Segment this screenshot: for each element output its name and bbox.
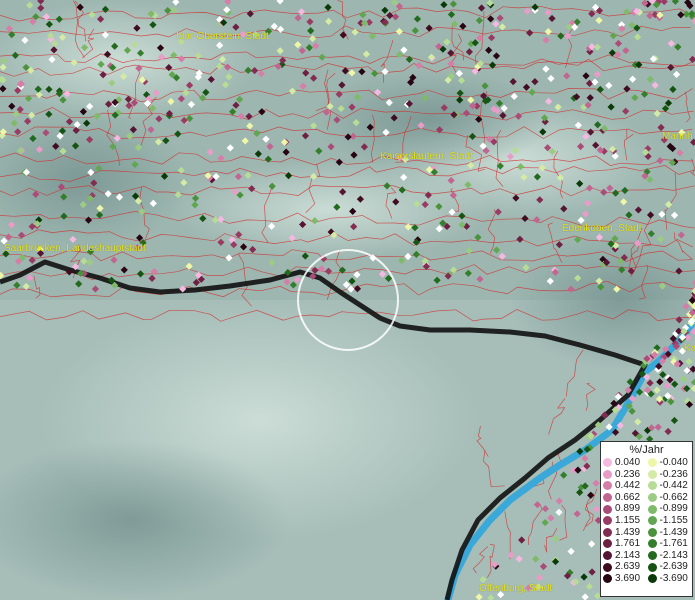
legend-swatch [647,562,657,572]
legend-value: -2.143 [659,549,688,561]
legend-entry-pos: 0.662 [603,492,648,504]
legend-value: -0.442 [659,480,688,492]
legend-row: 0.040 -0.040 [603,457,692,469]
legend-entry-neg: -1.155 [647,514,693,527]
legend-swatch [647,539,657,549]
legend-value: 0.442 [615,480,641,492]
legend-row: 1.155 -1.155 [603,515,692,527]
label-kaiserslautern: Kaiserslautern, Stadt [380,151,473,162]
legend-entry-pos: 0.236 [603,469,648,481]
legend-value: -1.439 [659,526,688,538]
legend-value: -1.155 [659,514,688,526]
legend-value: 0.662 [615,491,641,503]
legend-entry-pos: 3.690 [603,573,648,585]
map-canvas[interactable] [0,0,695,600]
legend-row: 0.662 -0.662 [603,492,692,504]
legend: %/Jahr 0.040 -0.040 0.236 -0.236 0.442 -0.442… [600,441,693,597]
legend-swatch [603,539,612,549]
legend-value: -0.236 [659,468,688,480]
terrain [0,0,695,600]
legend-entry-neg: -0.236 [647,468,693,481]
legend-swatch [647,527,657,537]
legend-swatch [647,458,657,468]
legend-value: 0.236 [615,468,641,480]
legend-value: 0.899 [615,503,641,515]
label-karlsruhe: Ka [684,343,695,354]
legend-value: -0.040 [659,457,688,468]
legend-row: 0.236 -0.236 [603,469,692,481]
legend-swatch [603,504,612,514]
legend-swatch [603,551,612,561]
legend-entry-neg: -2.639 [647,561,693,573]
legend-row: 2.143 -2.143 [603,550,692,562]
legend-value: -2.639 [659,561,688,573]
legend-entry-neg: -0.662 [647,491,693,504]
legend-value: -1.761 [659,538,688,550]
legend-swatch [647,481,657,491]
legend-swatch [647,516,657,526]
legend-swatch [647,574,657,584]
legend-row: 1.439 -1.439 [603,527,692,539]
legend-swatch [603,493,612,503]
legend-value: -3.690 [659,572,688,584]
legend-value: 2.639 [615,561,641,573]
legend-swatch [647,469,657,479]
label-offenburg: Offenburg, Stadt [479,583,553,594]
legend-value: 1.761 [615,538,641,550]
legend-swatch [647,551,657,561]
legend-entry-pos: 1.439 [603,527,648,539]
legend-entry-neg: -1.761 [647,538,693,550]
legend-rows: 0.040 -0.040 0.236 -0.236 0.442 -0.442 0.662 -0… [601,457,692,585]
legend-entry-neg: -1.439 [647,526,693,539]
legend-entry-neg: -0.899 [647,503,693,515]
legend-swatch [603,516,612,526]
legend-value: -0.899 [659,503,688,515]
legend-value: 2.143 [615,549,641,561]
legend-entry-pos: 0.899 [603,503,648,515]
label-saarbruecken: Saarbrücken, Landeshauptstadt [4,243,146,254]
legend-swatch [647,493,657,503]
legend-row: 3.690 -3.690 [603,573,692,585]
legend-value: 3.690 [615,572,641,584]
legend-swatch [603,562,612,572]
label-mannheim: Mannh [662,131,693,142]
label-idar-oberstein: Idar-Oberstein, Stadt [176,31,269,42]
label-edenkoben: Edenkoben, Stadt [562,223,642,234]
legend-entry-pos: 0.442 [603,480,648,492]
legend-entry-pos: 2.143 [603,550,648,562]
legend-title: %/Jahr [629,444,664,456]
legend-swatch [603,458,612,468]
legend-entry-pos: 1.761 [603,538,648,550]
legend-entry-neg: -0.040 [647,457,693,469]
legend-value: 0.040 [615,457,641,468]
legend-entry-neg: -2.143 [647,549,693,562]
legend-swatch [603,481,612,491]
legend-value: -0.662 [659,491,688,503]
legend-entry-neg: -3.690 [647,572,693,585]
legend-entry-neg: -0.442 [647,480,693,492]
legend-swatch [603,574,612,584]
legend-entry-pos: 2.639 [603,561,648,573]
legend-value: 1.439 [615,526,641,538]
legend-swatch [603,469,612,479]
legend-row: 0.442 -0.442 [603,480,692,492]
legend-value: 1.155 [615,514,641,526]
legend-row: 1.761 -1.761 [603,538,692,550]
legend-entry-pos: 1.155 [603,515,648,527]
legend-row: 2.639 -2.639 [603,561,692,573]
legend-swatch [603,527,612,537]
legend-row: 0.899 -0.899 [603,503,692,515]
legend-entry-pos: 0.040 [603,457,648,469]
legend-swatch [647,504,657,514]
